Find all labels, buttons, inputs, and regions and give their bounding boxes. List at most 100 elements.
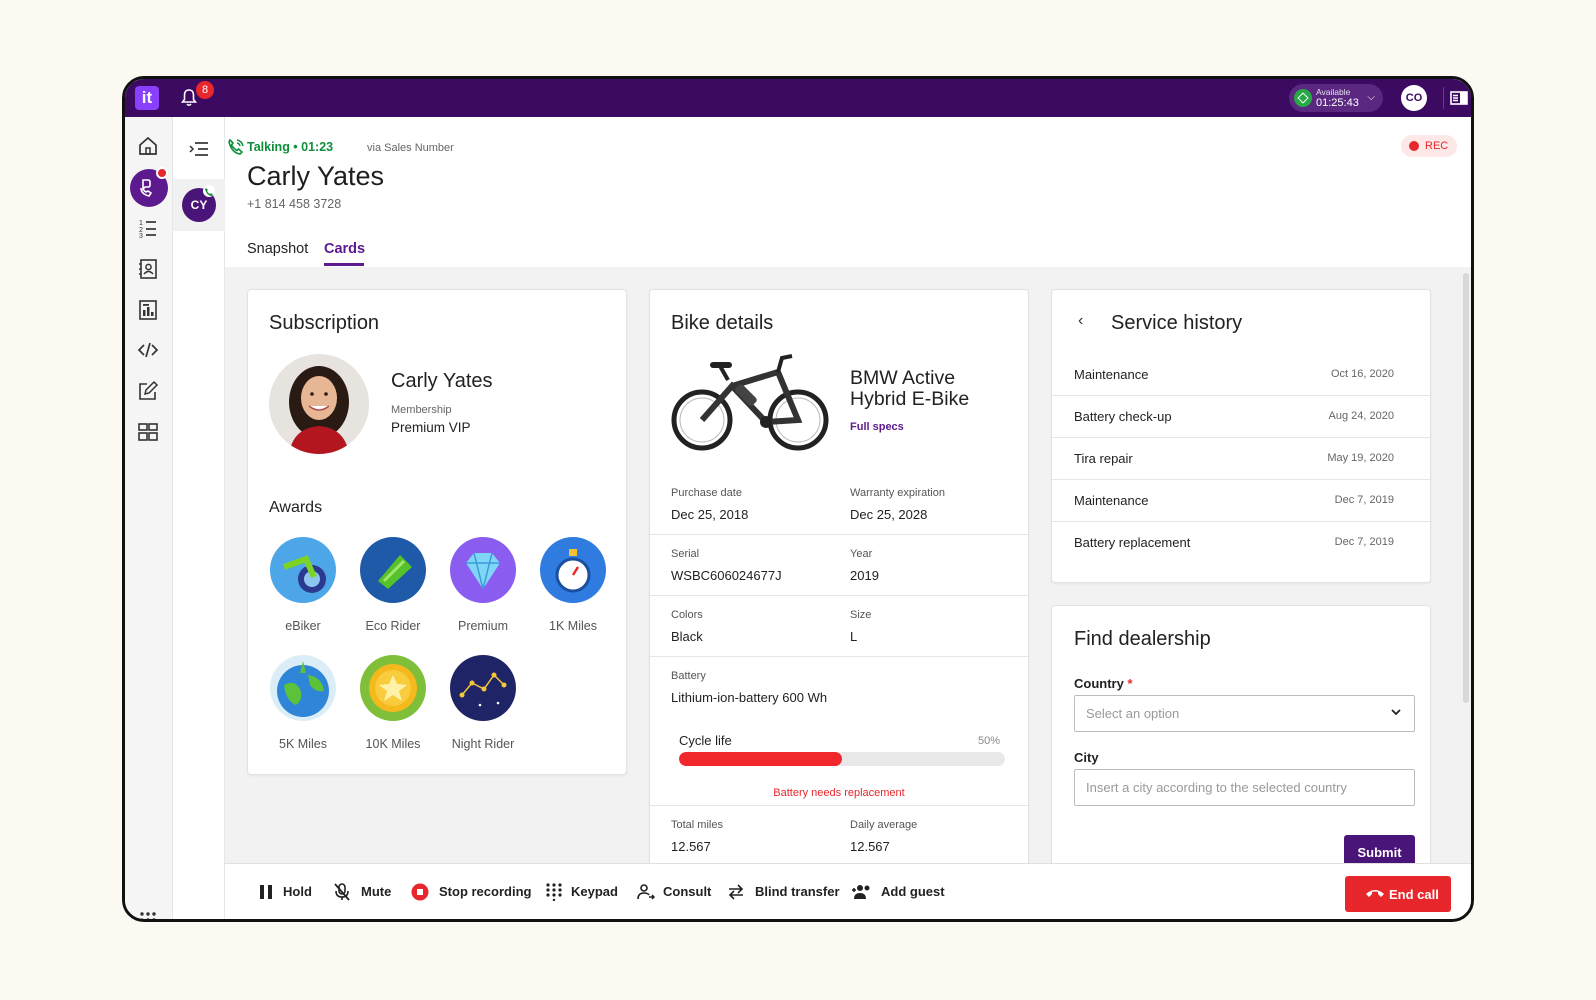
award-label: 1K Miles (549, 619, 597, 633)
dashboard-grid-icon[interactable] (137, 421, 159, 443)
chevron-down-icon: ⌵ (1367, 92, 1375, 103)
award-label: Premium (457, 619, 508, 633)
service-name: Battery replacement (1074, 535, 1191, 550)
battery-value: Lithium-ion-battery 600 Wh (671, 690, 828, 705)
purchase-date-value: Dec 25, 2018 (671, 507, 749, 522)
call-chat-icon (140, 179, 153, 197)
find-dealership-card: Find dealership Country * Select an opti… (1051, 605, 1431, 863)
reports-icon[interactable] (137, 299, 159, 321)
city-input[interactable] (1074, 769, 1415, 806)
app-window: it 8 Available 01:25:43 ⌵ CO 1 2 3 CY Ta… (122, 76, 1474, 922)
active-call-item[interactable]: CY (173, 179, 225, 231)
main-content: Talking • 01:23 via Sales Number Carly Y… (225, 117, 1471, 863)
apps-grid-icon[interactable] (139, 911, 157, 922)
full-specs-link[interactable]: Full specs (850, 421, 904, 433)
subscription-title: Subscription (269, 312, 380, 334)
user-avatar[interactable]: CO (1401, 85, 1427, 111)
service-history-row[interactable]: Maintenance Oct 16, 2020 (1052, 354, 1430, 396)
queue-list-icon[interactable]: 1 2 3 (137, 217, 159, 239)
call-header: Talking • 01:23 via Sales Number Carly Y… (225, 117, 1471, 267)
add-guest-button[interactable]: Add guest (851, 882, 947, 904)
daily-average-value: 12.567 (850, 839, 890, 854)
spec-row-dates: Purchase date Dec 25, 2018 Warranty expi… (650, 475, 1028, 535)
stop-recording-button[interactable]: Stop recording (411, 882, 531, 904)
tab-snapshot[interactable]: Snapshot (247, 241, 308, 257)
mute-button[interactable]: Mute (333, 882, 397, 904)
size-value: L (850, 629, 858, 644)
bike-image (671, 354, 829, 451)
year-value: 2019 (850, 568, 879, 583)
keypad-button[interactable]: Keypad (545, 882, 623, 904)
active-tab-indicator (324, 263, 364, 266)
hold-label: Hold (283, 884, 312, 899)
award-label: 5K Miles (279, 737, 327, 751)
year-label: Year (850, 548, 873, 560)
bike-model-name: BMW Active Hybrid E-Bike (850, 367, 970, 410)
award-premium[interactable]: Premium (438, 537, 528, 633)
nav-alert-dot (156, 167, 168, 179)
bell-icon[interactable] (181, 89, 197, 107)
home-icon[interactable] (137, 135, 159, 157)
chevron-down-icon (1390, 706, 1402, 721)
availability-status-dropdown[interactable]: Available 01:25:43 ⌵ (1289, 84, 1383, 112)
end-call-button[interactable]: End call (1345, 876, 1451, 912)
panel-toggle-button[interactable] (1443, 87, 1468, 109)
contact-phone: +1 814 458 3728 (247, 197, 342, 211)
country-select[interactable]: Select an option (1074, 695, 1415, 732)
spec-row-miles: Total miles 12.567 Daily average 12.567 (650, 807, 1028, 863)
add-guest-icon (852, 885, 870, 899)
membership-value: Premium VIP (391, 420, 471, 435)
globe-badge-icon (270, 655, 336, 721)
consult-label: Consult (663, 884, 712, 899)
award-1k-miles[interactable]: 1K Miles (528, 537, 618, 633)
cycle-life-progress-fill (679, 752, 842, 766)
service-date: Oct 16, 2020 (1331, 368, 1394, 380)
membership-label: Membership (391, 404, 452, 416)
edit-note-icon[interactable] (137, 380, 159, 402)
submit-button[interactable]: Submit (1344, 835, 1415, 863)
award-5k-miles[interactable]: 5K Miles (258, 655, 348, 751)
recording-indicator: REC (1401, 135, 1457, 157)
mic-off-icon (334, 883, 350, 901)
awards-title: Awards (269, 499, 323, 516)
spec-row-battery: Battery Lithium-ion-battery 600 Wh (650, 658, 1028, 806)
collapse-menu-icon[interactable] (189, 141, 209, 157)
svg-text:3: 3 (139, 233, 143, 239)
award-label: eBiker (285, 619, 321, 633)
subscription-card: Subscription Carly Yates Membership Prem… (247, 289, 627, 775)
service-history-row[interactable]: Battery replacement Dec 7, 2019 (1052, 522, 1430, 564)
side-panel-icon (1450, 91, 1468, 105)
award-label: Eco Rider (365, 619, 421, 633)
blind-transfer-button[interactable]: Blind transfer (727, 882, 840, 904)
keypad-icon (546, 883, 562, 901)
hold-button[interactable]: Hold (257, 882, 317, 904)
award-ebiker[interactable]: eBiker (258, 537, 348, 633)
transfer-arrows-icon (728, 884, 744, 900)
serial-value: WSBC606024677J (671, 568, 782, 583)
service-history-row[interactable]: Maintenance Dec 7, 2019 (1052, 480, 1430, 522)
consult-icon (637, 884, 655, 900)
star-medal-badge-icon (360, 655, 426, 721)
service-history-card: ‹ Service history Maintenance Oct 16, 20… (1051, 289, 1431, 583)
pause-icon (260, 885, 272, 899)
availability-icon (1294, 89, 1312, 107)
back-chevron-icon[interactable]: ‹ (1078, 312, 1083, 330)
code-icon[interactable] (137, 339, 159, 361)
award-night-rider[interactable]: Night Rider (438, 655, 528, 751)
phone-icon (203, 185, 215, 197)
size-label: Size (850, 609, 872, 621)
app-logo[interactable]: it (135, 86, 159, 110)
ebiker-badge-icon (270, 537, 336, 603)
contacts-icon[interactable] (137, 258, 159, 280)
service-history-row[interactable]: Tira repair May 19, 2020 (1052, 438, 1430, 480)
service-history-row[interactable]: Battery check-up Aug 24, 2020 (1052, 396, 1430, 438)
service-name: Battery check-up (1074, 409, 1172, 424)
award-10k-miles[interactable]: 10K Miles (348, 655, 438, 751)
scrollbar[interactable] (1463, 273, 1469, 703)
call-via: via Sales Number (367, 142, 454, 154)
tab-cards[interactable]: Cards (324, 241, 365, 257)
award-eco-rider[interactable]: Eco Rider (348, 537, 438, 633)
consult-button[interactable]: Consult (637, 882, 715, 904)
service-date: Dec 7, 2019 (1334, 494, 1394, 506)
member-photo (269, 354, 369, 454)
